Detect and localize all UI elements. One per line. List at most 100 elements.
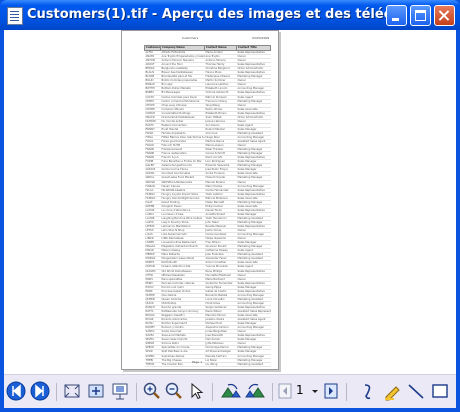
viewer-toolbar: 1 bbox=[4, 374, 456, 409]
next-page-button[interactable] bbox=[324, 381, 338, 401]
table-row: FURIB Furia Bacalhau e Frutos do Mar Lino … bbox=[144, 159, 271, 165]
rotate-counterclockwise-icon bbox=[245, 383, 265, 398]
best-fit-button[interactable] bbox=[62, 381, 82, 401]
select-pointer-icon bbox=[191, 382, 204, 400]
table-cell: Centro comercial Moctezuma bbox=[160, 99, 205, 104]
table-row: PERIC Pericles Comidas clásicas Guillermo … bbox=[144, 281, 271, 286]
table-row: SPLIR Split Rail Beer & Ale Art Braunschwe… bbox=[144, 349, 271, 355]
freehand-annotation-icon bbox=[364, 384, 371, 400]
table-row: AROUT Around the Horn Thomas Hardy Sales Re… bbox=[144, 62, 271, 68]
table-cell: Rattlesnake Canyon Grocery bbox=[160, 309, 205, 315]
zoom-in-button[interactable] bbox=[142, 381, 162, 401]
table-row: PRINI Princesa Isabel Vinhos Isabel de Cas… bbox=[144, 289, 271, 294]
table-row: ERNSH Ernst Handel Roland Mendel Sales Mana… bbox=[144, 127, 271, 132]
table-row: THEBI The Big Cheese Liz Nixon Marketing Ma… bbox=[144, 358, 271, 363]
best-fit-icon bbox=[64, 384, 80, 398]
table-row: PICCO Piccolo und mehr Georg Pipps Sales Ma… bbox=[144, 285, 271, 290]
actual-size-icon bbox=[88, 384, 104, 398]
table-row: NORTS North/South Simon Crowther Sales Asso… bbox=[144, 260, 271, 266]
close-button[interactable] bbox=[434, 5, 455, 26]
table-row: RANCH Rancho grande Sergio Gutiérrez Sales … bbox=[144, 305, 271, 311]
rectangle-annotation-button[interactable] bbox=[430, 381, 450, 401]
rotate-counterclockwise-button[interactable] bbox=[244, 381, 265, 401]
table-row: HILAA HILARIÓN-Abastos Carlos Hernández Sal… bbox=[144, 188, 271, 193]
table-row: RICSU Richter Supermarkt Michael Holz Sales… bbox=[144, 321, 271, 327]
table-cell: Assistant Sales Representative bbox=[236, 309, 271, 315]
maximize-button[interactable] bbox=[410, 5, 431, 26]
table-row: HUNGO Hungry Owl All-Night Grocers Patrici… bbox=[144, 196, 271, 201]
table-row: FAMIA Familia Arquibaldo Aria Cruz Marketin… bbox=[144, 131, 271, 136]
table-row: BLONP Blondesddsl père et fils Frédérique … bbox=[144, 74, 271, 80]
previous-page-icon bbox=[278, 383, 292, 399]
table-row: OCEAN Océano Atlántico Ltda. Yvonne Moncad… bbox=[144, 264, 271, 270]
table-row: LAZYK Lazy K Kountry Store John Steel Marke… bbox=[144, 220, 271, 226]
chevron-down-icon bbox=[312, 390, 318, 393]
table-cell: Hungry Owl All-Night Grocers bbox=[160, 196, 205, 201]
table-row: GODOS Godos Cocina Típica José Pedro Freyr… bbox=[144, 167, 271, 173]
next-image-icon bbox=[30, 381, 50, 401]
line-annotation-icon bbox=[408, 384, 424, 399]
rectangle-annotation-icon bbox=[432, 384, 448, 398]
select-pointer-button[interactable] bbox=[186, 381, 206, 401]
zoom-in-icon bbox=[143, 382, 160, 399]
table-row: EASTC Eastern Connection Ann Devon Sales Ag… bbox=[144, 123, 271, 128]
page-dropdown[interactable] bbox=[309, 381, 321, 401]
table-cell: FISSA Fabrica Inter. Salchichas S.A. bbox=[160, 135, 205, 141]
previous-page-button[interactable] bbox=[278, 381, 292, 401]
table-row: REGGC Reggiani Caseifici Maurizio Moroni Sa… bbox=[144, 313, 271, 319]
table-row: MAISD Maison Dewey Catherine Dewey Sales Ag… bbox=[144, 248, 271, 254]
zoom-out-icon bbox=[165, 382, 182, 399]
page-header-date: 03/03/2009 bbox=[252, 36, 270, 40]
title-bar[interactable]: Customers(1).tif - Aperçu des images et … bbox=[0, 0, 460, 30]
highlight-annotation-button[interactable] bbox=[382, 381, 402, 401]
slideshow-button[interactable] bbox=[110, 381, 130, 401]
table-row: LEHMS Lehmanns Marktstand Renate Messner Sa… bbox=[144, 224, 271, 230]
rotate-clockwise-icon bbox=[221, 383, 241, 398]
table-row: MORGK Morgenstern Gesundkost Alexander Feu… bbox=[144, 256, 271, 262]
table-row: ALFKI Alfreds Futterkiste Maria Anders Sale… bbox=[144, 50, 271, 56]
table-cell: Liu Wong bbox=[204, 362, 237, 367]
table-row: BERGS Berglunds snabbköp Christina Berglun… bbox=[144, 66, 271, 72]
table-body: ALFKI Alfreds Futterkiste Maria Anders Sale… bbox=[144, 50, 271, 367]
toolbar-separator bbox=[212, 383, 213, 401]
close-icon bbox=[435, 6, 454, 25]
table-cell: Furia Bacalhau e Frutos do Mar bbox=[160, 159, 205, 165]
image-viewer-window: Customers(1).tif - Aperçu des images et … bbox=[0, 0, 460, 412]
table-row: FRANR France restauration Carine Schmitt Ma… bbox=[144, 151, 271, 157]
highlight-annotation-icon bbox=[385, 386, 400, 401]
zoom-out-button[interactable] bbox=[164, 381, 184, 401]
table-row: FOLIG Folies gourmandes Martine Rancé Assis… bbox=[144, 139, 271, 145]
window-title: Customers(1).tif - Aperçu des images et … bbox=[27, 7, 387, 22]
minimize-button[interactable] bbox=[386, 5, 407, 26]
image-canvas[interactable]: Customers 03/03/2009 Customer IDCompany … bbox=[4, 30, 456, 374]
table-row: COMMI Comércio Mineiro Pedro Afonso Sales A… bbox=[144, 107, 271, 112]
slideshow-icon bbox=[112, 383, 128, 400]
previous-image-button[interactable] bbox=[6, 381, 26, 401]
table-row: CENTC Centro comercial Moctezuma Francisco… bbox=[144, 99, 271, 104]
table-row: DRACD Drachenblut Delikatessen Sven Ottlie… bbox=[144, 115, 271, 120]
tif-document-icon bbox=[7, 7, 23, 25]
table-row: HUNGC Hungry Coyote Import Store Yoshi Lat… bbox=[144, 192, 271, 197]
table-row: GREAL Great Lakes Food Market Howard Snyde… bbox=[144, 175, 271, 181]
actual-size-button[interactable] bbox=[86, 381, 106, 401]
rotate-clockwise-button[interactable] bbox=[220, 381, 241, 401]
table-row: ROMEY Romero y tomillo Alejandra Camino Acc… bbox=[144, 325, 271, 331]
table-row: QUICK QUICK-Stop Horst Kloss Accounting Man… bbox=[144, 301, 271, 306]
table-row: SEVES Seven Seas Imports Hari Kumar Sales M… bbox=[144, 337, 271, 343]
window-frame-bottom bbox=[0, 408, 460, 412]
table-row: SAVEA Save-a-lot Markets Jose Pavarotti Sal… bbox=[144, 333, 271, 339]
table-row: SUPRD Suprêmes délices Pascale Cartrain Acc… bbox=[144, 354, 271, 359]
table-cell: Guillermo Fernández bbox=[204, 281, 237, 286]
table-row: FRANS Franchi S.p.A. Paolo Accorti Sales Re… bbox=[144, 155, 271, 161]
maximize-icon bbox=[415, 10, 426, 21]
table-row: GALED Galería del gastrónomo Eduardo Saave… bbox=[144, 163, 271, 169]
minimize-icon bbox=[392, 18, 399, 21]
table-row: RATTC Rattlesnake Canyon Grocery Paula Wil… bbox=[144, 309, 271, 315]
page-footer: Page 1 bbox=[192, 360, 203, 364]
freehand-annotation-button[interactable] bbox=[358, 381, 378, 401]
table-row: HANAR Hanari Carnes Mario Pontes Accounting… bbox=[144, 184, 271, 189]
table-row: THECR The Cracker Box Liu Wong Marketing As… bbox=[144, 362, 271, 367]
table-cell: Assistant Sales Agent bbox=[236, 139, 271, 145]
line-annotation-button[interactable] bbox=[406, 381, 426, 401]
next-image-button[interactable] bbox=[30, 381, 50, 401]
